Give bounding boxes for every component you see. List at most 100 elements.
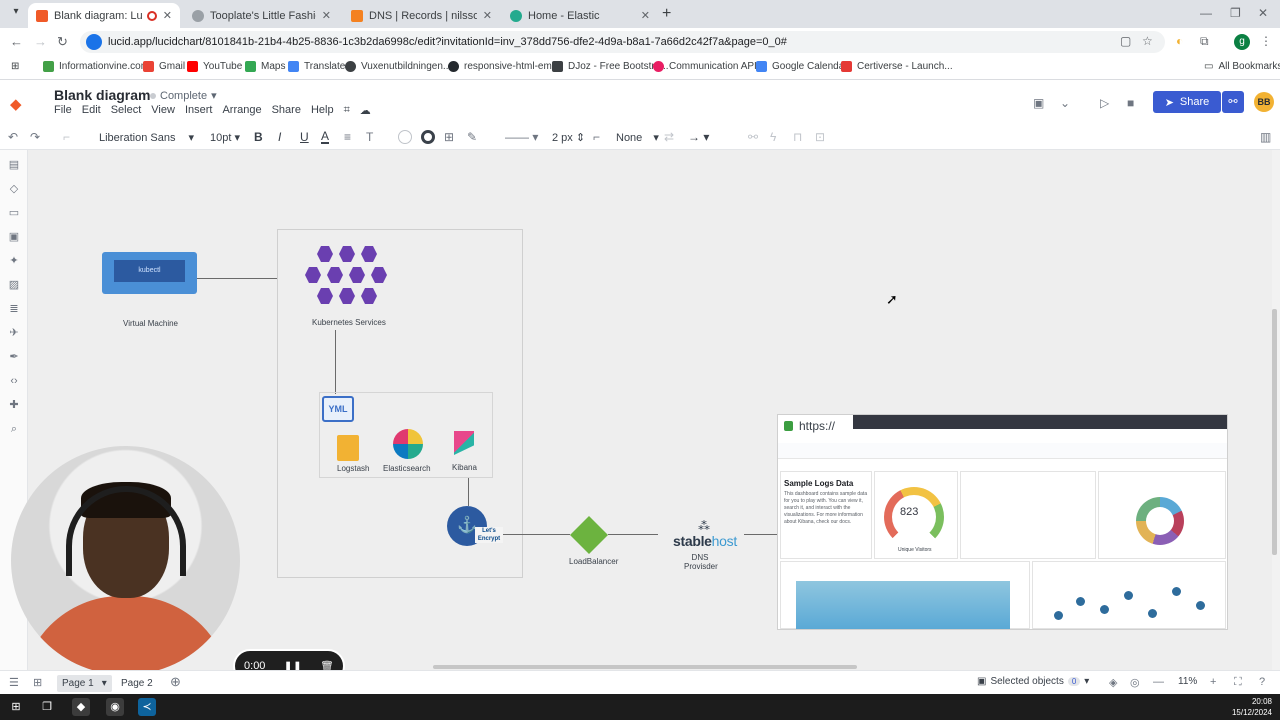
connector-helm-lb[interactable] bbox=[503, 534, 570, 535]
vertical-scrollbar[interactable] bbox=[1272, 309, 1277, 555]
more-menu-icon[interactable]: ⋮ bbox=[1260, 34, 1272, 48]
bookmark-star-icon[interactable]: ☆ bbox=[1142, 34, 1153, 48]
frames-icon[interactable]: ▭ bbox=[7, 206, 21, 220]
shapes-icon[interactable]: ◇ bbox=[7, 182, 21, 196]
virtual-machine-shape[interactable]: kubectl bbox=[102, 252, 197, 294]
bookmark-djoz[interactable]: DJoz - Free Bootstra... bbox=[552, 61, 669, 72]
close-window-icon[interactable]: ✕ bbox=[1258, 6, 1268, 20]
back-icon[interactable]: ← bbox=[10, 34, 23, 49]
list-icon[interactable]: ☰ bbox=[9, 676, 19, 689]
bookmark-certiverse[interactable]: Certiverse - Launch... bbox=[841, 61, 953, 72]
line-style-select[interactable]: —— ▾ bbox=[505, 130, 538, 144]
load-balancer-icon[interactable] bbox=[570, 516, 608, 554]
page-tab-1[interactable]: Page 1 ▾ bbox=[57, 675, 112, 692]
system-clock[interactable]: 20:08 15/12/2024 bbox=[1232, 696, 1272, 718]
panel-toggle-icon[interactable]: ▥ bbox=[1260, 130, 1271, 144]
layers-icon[interactable]: ◈ bbox=[1109, 676, 1117, 689]
arrow-end-icon[interactable]: → ▾ bbox=[688, 130, 709, 144]
link-disabled-icon[interactable]: ⚯ bbox=[748, 130, 758, 144]
edit-shape-icon[interactable]: ✎ bbox=[467, 130, 477, 144]
menu-arrange[interactable]: Arrange bbox=[222, 104, 261, 117]
code-icon[interactable]: ‹› bbox=[7, 374, 21, 388]
collapse-chevron-icon[interactable]: ⌄ bbox=[1060, 96, 1070, 110]
zoom-out-icon[interactable]: — bbox=[1153, 676, 1164, 688]
close-tab-icon[interactable]: ✕ bbox=[641, 9, 650, 22]
comments-icon[interactable]: ▣ bbox=[1033, 96, 1044, 110]
apps-icon[interactable]: ⌗ bbox=[344, 104, 350, 117]
zoom-in-icon[interactable]: + bbox=[1210, 676, 1216, 688]
menu-edit[interactable]: Edit bbox=[82, 104, 101, 117]
image-icon[interactable]: ▨ bbox=[7, 278, 21, 292]
lucid-logo-icon[interactable]: ◆ bbox=[10, 95, 28, 113]
bold-icon[interactable]: B bbox=[254, 130, 263, 144]
fit-to-screen-icon[interactable]: ⛶ bbox=[1234, 676, 1242, 689]
close-tab-icon[interactable]: ✕ bbox=[163, 9, 172, 22]
site-info-icon[interactable] bbox=[86, 34, 102, 50]
extension-icon[interactable]: ◐ bbox=[1176, 34, 1183, 48]
line-color-icon[interactable] bbox=[421, 130, 435, 144]
minimize-icon[interactable]: — bbox=[1200, 6, 1212, 20]
bookmark-communication-api[interactable]: Communication API... bbox=[653, 61, 765, 72]
address-bar[interactable]: lucid.app/lucidchart/8101841b-21b4-4b25-… bbox=[80, 31, 1165, 53]
vscode-icon[interactable]: ≺ bbox=[138, 698, 156, 716]
bookmark-translate[interactable]: Translate bbox=[288, 61, 345, 72]
lock-icon[interactable]: ⊡ bbox=[815, 130, 825, 144]
menu-select[interactable]: Select bbox=[111, 104, 142, 117]
close-tab-icon[interactable]: ✕ bbox=[483, 9, 492, 22]
connector-k8s-yml[interactable] bbox=[335, 330, 336, 394]
copy-link-button[interactable]: ⚯ bbox=[1222, 91, 1244, 113]
user-avatar[interactable]: BB bbox=[1254, 92, 1274, 112]
new-tab-icon[interactable]: + bbox=[662, 5, 671, 23]
database-icon[interactable]: ≣ bbox=[7, 302, 21, 316]
connector-dns-kibana[interactable] bbox=[744, 534, 777, 535]
undo-icon[interactable]: ↶ bbox=[8, 130, 18, 144]
zoom-level[interactable]: 11% bbox=[1178, 676, 1197, 687]
search-shapes-icon[interactable]: ⌕ bbox=[7, 422, 21, 436]
help-icon[interactable]: ? bbox=[1259, 676, 1265, 688]
table-icon[interactable]: ⊞ bbox=[444, 130, 454, 144]
connector-lb-dns[interactable] bbox=[608, 534, 658, 535]
pages-panel-icon[interactable]: ▤ bbox=[7, 158, 21, 172]
font-size-select[interactable]: 10pt ▾ bbox=[210, 131, 240, 144]
grid-view-icon[interactable]: ⊞ bbox=[33, 676, 42, 689]
connector-elk-helm[interactable] bbox=[468, 478, 469, 506]
share-button[interactable]: ➤ Share bbox=[1153, 91, 1221, 113]
align-icon[interactable]: ≡ bbox=[344, 130, 351, 144]
text-color-icon[interactable]: A bbox=[321, 130, 330, 144]
menu-file[interactable]: File bbox=[54, 104, 72, 117]
arrow-start-select[interactable]: None ▾ bbox=[616, 131, 659, 144]
rocket-icon[interactable]: ✈ bbox=[7, 326, 21, 340]
video-call-icon[interactable]: ■ bbox=[1127, 96, 1134, 110]
task-view-icon[interactable]: ❐ bbox=[38, 698, 56, 716]
text-options-icon[interactable]: T bbox=[366, 130, 373, 144]
document-title[interactable]: Blank diagram bbox=[54, 87, 150, 103]
bookmark-vuxenutbildningen[interactable]: Vuxenutbildningen... bbox=[345, 61, 451, 72]
data-icon[interactable]: ▣ bbox=[7, 230, 21, 244]
page-tab-2[interactable]: Page 2 bbox=[116, 675, 158, 692]
extensions-puzzle-icon[interactable]: ⧉ bbox=[1200, 34, 1209, 49]
fill-color-icon[interactable] bbox=[398, 130, 412, 144]
reload-icon[interactable]: ↻ bbox=[57, 34, 68, 50]
all-bookmarks[interactable]: ▭ All Bookmarks bbox=[1204, 61, 1280, 72]
menu-insert[interactable]: Insert bbox=[185, 104, 213, 117]
profile-avatar[interactable]: g bbox=[1234, 34, 1250, 50]
bookmark-responsive-html[interactable]: responsive-html-em... bbox=[448, 61, 560, 72]
save-status[interactable]: Complete ▾ bbox=[150, 89, 217, 102]
tab-search-icon[interactable]: ▾ bbox=[8, 6, 24, 22]
menu-help[interactable]: Help bbox=[311, 104, 334, 117]
line-routing-icon[interactable]: ⌐ bbox=[593, 130, 600, 144]
line-width-select[interactable]: 2 px ⇕ bbox=[552, 131, 585, 144]
bookmark-gmail[interactable]: Gmail bbox=[143, 61, 185, 72]
lightning-icon[interactable]: ϟ bbox=[770, 130, 776, 144]
apps-grid-icon[interactable]: ⊞ bbox=[11, 61, 19, 72]
add-page-icon[interactable]: ⊕ bbox=[170, 674, 181, 690]
font-family-select[interactable]: Liberation Sans ▾ bbox=[99, 131, 194, 144]
connector-vm-k8s[interactable] bbox=[197, 278, 277, 279]
menu-share[interactable]: Share bbox=[272, 104, 301, 117]
tab-tooplate[interactable]: Tooplate's Little Fashion ✕ bbox=[184, 3, 339, 28]
kibana-dashboard-image[interactable]: https:// Sample Logs Data This dashboard… bbox=[777, 414, 1228, 630]
app-pinned-icon[interactable]: ◆ bbox=[72, 698, 90, 716]
plugin-icon[interactable]: ✚ bbox=[7, 398, 21, 412]
tab-share-icon[interactable]: ▢ bbox=[1120, 34, 1131, 48]
format-painter-icon[interactable]: ⌐ bbox=[63, 130, 70, 144]
